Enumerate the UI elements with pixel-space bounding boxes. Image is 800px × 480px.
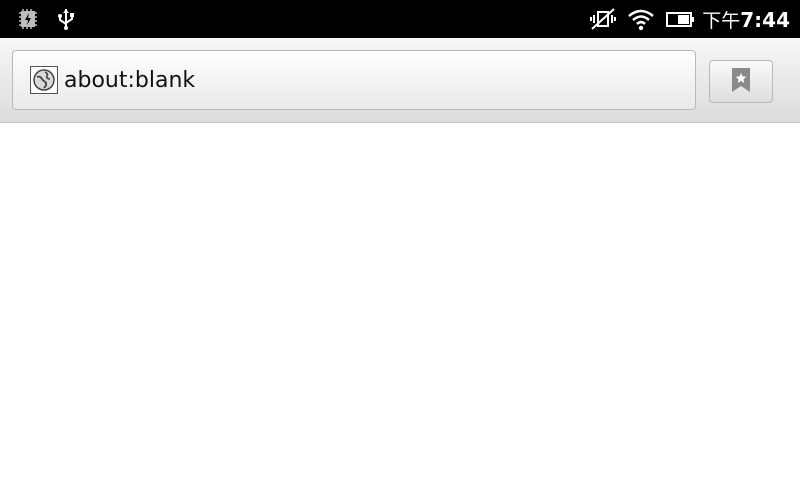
url-text[interactable]: about:blank (64, 68, 195, 93)
globe-icon (30, 66, 58, 94)
web-content-area[interactable] (0, 123, 800, 480)
bookmark-star-icon (730, 67, 752, 97)
browser-toolbar: about:blank (0, 38, 800, 123)
status-bar: 下午7:44 (0, 0, 800, 38)
clock-time: 7:44 (740, 8, 790, 32)
debug-icon (16, 7, 40, 31)
usb-icon (54, 7, 78, 31)
bookmarks-button[interactable] (709, 60, 773, 103)
battery-icon (664, 7, 696, 31)
vibrate-silent-icon (588, 7, 618, 31)
clock-ampm: 下午 (702, 10, 741, 32)
url-bar[interactable]: about:blank (12, 50, 696, 110)
wifi-icon (626, 7, 656, 31)
status-clock: 下午7:44 (702, 7, 790, 33)
